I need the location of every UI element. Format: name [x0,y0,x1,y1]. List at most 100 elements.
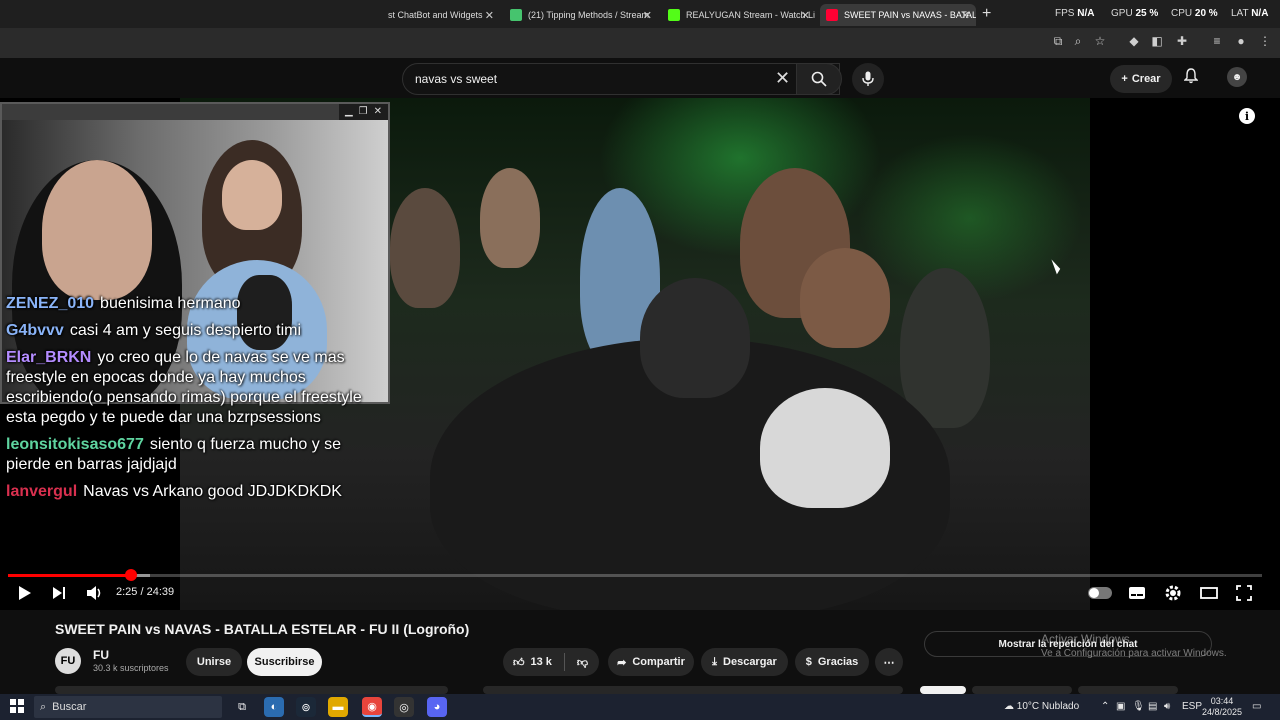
video-title: SWEET PAIN vs NAVAS - BATALLA ESTELAR - … [55,621,470,637]
translate-icon[interactable]: ◧ [1149,34,1165,48]
zoom-icon[interactable]: ⌕ [1070,34,1086,49]
video-player[interactable]: ▁ ❐ ✕ ZENEZ_010 buenisima hermano G4bvvv c… [0,98,1280,610]
join-label: Unirse [196,656,232,668]
extensions-puzzle-icon[interactable]: ✚ [1174,34,1190,48]
crowd-figure [480,168,540,268]
channel-avatar[interactable]: FU [55,648,81,674]
chip-related[interactable] [972,686,1072,694]
steam-icon[interactable]: ⊚ [296,697,316,717]
copilot-icon[interactable]: ◐ [264,697,284,717]
cloud-icon: ☁ [1004,701,1014,712]
like-dislike-group: 👍︎ 13 k 👎︎ [503,648,599,676]
clear-search-icon[interactable]: ✕ [775,68,790,89]
create-button[interactable]: + Crear [1110,65,1172,93]
close-icon[interactable]: ✕ [374,106,382,118]
search-button[interactable] [796,63,842,95]
weather-widget[interactable]: ☁ 10°C Nublado [1004,701,1079,712]
download-button[interactable]: ⤓ Descargar [701,648,788,676]
tray-icon[interactable]: ▣ [1116,701,1125,712]
theater-mode-button[interactable] [1200,584,1218,602]
scrubber-handle[interactable] [124,569,137,581]
tab-favicon-icon [510,9,522,21]
browser-menu-icon[interactable]: ⋮ [1257,34,1273,48]
chat-text: Navas vs Arkano good JDJDKDKDK [83,483,342,500]
chat-overlay: ZENEZ_010 buenisima hermano G4bvvv casi 4 … [6,294,386,509]
voice-search-button[interactable] [852,63,884,95]
join-button[interactable]: Unirse [186,648,242,676]
bookmark-star-icon[interactable]: ☆ [1092,34,1108,48]
more-actions-button[interactable]: ⋯ [875,648,903,676]
tab-tipping[interactable]: (21) Tipping Methods / Stream ✕ [504,4,658,26]
next-button[interactable] [52,584,66,602]
create-label: Crear [1131,73,1161,85]
search-input[interactable]: navas vs sweet ✕ [402,63,840,95]
language-indicator[interactable]: ESP [1182,701,1202,712]
gpu-value: 25 [1135,8,1147,19]
share-button[interactable]: ➦ Compartir [608,648,694,676]
notifications-bell-icon[interactable] [1183,68,1199,88]
ghost-face-icon: ☻ [1231,71,1243,83]
network-icon[interactable]: ▤ [1148,701,1157,712]
fullscreen-button[interactable] [1236,584,1252,602]
tray-chevron-icon[interactable]: ⌃ [1101,701,1109,712]
notifications-icon[interactable]: ▭ [1252,701,1261,712]
theater-mode-icon [1200,587,1218,599]
tab-realyugan[interactable]: REALYUGAN Stream - Watch Li ✕ [662,4,816,26]
chrome-icon[interactable]: ◉ [362,697,382,717]
tab-sweet-pain[interactable]: SWEET PAIN vs NAVAS - BATAL ✕ [820,4,976,26]
tab-chatbot[interactable]: st ChatBot and Widgets ✕ [382,4,500,26]
account-avatar[interactable]: ☻ [1227,67,1247,87]
minimize-icon[interactable]: ▁ [345,106,353,118]
chat-text: casi 4 am y seguis despierto timi [69,322,302,339]
chip-more[interactable] [1078,686,1178,694]
restore-icon[interactable]: ❐ [359,106,368,118]
file-explorer-icon[interactable]: ▬ [328,697,348,717]
speaker-icon[interactable]: 🔊︎ [1164,701,1170,712]
extension-icon[interactable]: ◆ [1126,34,1142,48]
tab-close-icon[interactable]: ✕ [643,9,652,22]
like-button[interactable]: 👍︎ 13 k [513,656,552,669]
tab-close-icon[interactable]: ✕ [961,9,970,22]
divider [563,653,565,671]
microphone-icon [862,71,874,86]
download-label: Descargar [723,656,777,668]
share-arrow-icon: ➦ [617,656,627,669]
info-icon[interactable]: i [1239,108,1255,124]
system-clock[interactable]: 03:44 24/8/2025 [1202,696,1242,718]
subtitles-button[interactable] [1128,584,1146,602]
obs-icon[interactable]: ◎ [394,697,414,717]
chip-all[interactable] [920,686,966,694]
mic-tray-icon[interactable]: 🎙︎ [1132,701,1145,712]
thanks-label: Gracias [817,656,859,668]
fullscreen-icon [1236,585,1252,601]
progress-played [8,574,131,577]
tab-close-icon[interactable]: ✕ [485,9,494,22]
discord-icon[interactable]: ◕ [427,697,447,717]
dislike-button[interactable]: 👎︎ [577,656,588,669]
search-query[interactable]: navas vs sweet [415,72,497,86]
clock-time: 03:44 [1210,696,1234,706]
taskbar-search[interactable]: ⌕ Buscar [34,696,222,718]
media-control-icon[interactable]: ≡ [1209,34,1225,48]
profile-icon[interactable]: ● [1233,34,1249,48]
dollar-heart-icon: $ [805,656,812,668]
progress-bar[interactable] [8,569,1262,581]
new-tab-icon[interactable]: + [982,5,991,23]
subscriber-count: 30.3 k suscriptores [93,663,169,673]
task-view-icon[interactable]: ⧉ [232,697,252,717]
thanks-button[interactable]: $ Gracias [795,648,869,676]
streamer-face [42,160,152,300]
fps-label: FPS [1055,8,1075,19]
thumbs-down-icon: 👎︎ [576,656,589,669]
play-button[interactable] [18,584,32,602]
lat-label: LAT [1231,8,1249,19]
settings-button[interactable] [1164,584,1182,602]
windows-activation-subtext: Ve a Configuración para activar Windows. [1041,648,1227,659]
autoplay-toggle[interactable] [1088,587,1112,599]
windows-start-icon[interactable] [10,699,24,716]
subscribe-button[interactable]: Suscribirse [247,648,322,676]
cast-icon[interactable]: ⧉ [1050,34,1066,49]
channel-name[interactable]: FU [93,648,109,662]
volume-button[interactable] [86,584,104,602]
tab-close-icon[interactable]: ✕ [801,9,810,22]
